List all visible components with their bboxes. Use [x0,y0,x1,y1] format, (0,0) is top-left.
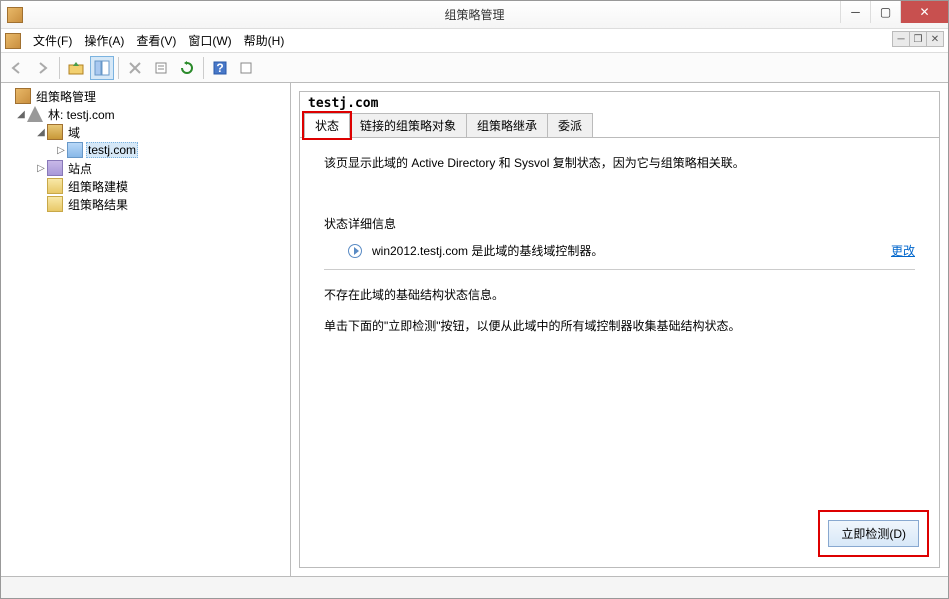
mdi-restore[interactable]: ❐ [909,31,927,47]
properties-icon [154,61,168,75]
menu-file[interactable]: 文件(F) [27,32,78,49]
delete-button[interactable] [123,56,147,80]
status-detail-label: 状态详细信息 [324,195,915,232]
toolbar-separator [203,57,204,79]
refresh-icon [180,61,194,75]
tab-strip: 状态 链接的组策略对象 组策略继承 委派 [300,111,939,138]
menu-help[interactable]: 帮助(H) [238,32,291,49]
tab-status[interactable]: 状态 [304,113,350,138]
refresh-button[interactable] [175,56,199,80]
properties-button[interactable] [149,56,173,80]
folder-icon [47,178,63,194]
baseline-text: win2012.testj.com 是此域的基线域控制器。 [372,242,603,259]
maximize-button[interactable]: ▢ [870,1,900,23]
menu-action[interactable]: 操作(A) [78,32,130,49]
title-bar: 组策略管理 ─ ▢ ✕ [1,1,948,29]
detect-now-button[interactable]: 立即检测(D) [828,520,919,547]
delete-icon [128,61,142,75]
menu-window[interactable]: 窗口(W) [182,32,237,49]
mdi-controls: ─ ❐ ✕ [893,31,944,47]
tab-content: 该页显示此域的 Active Directory 和 Sysvol 复制状态，因… [300,138,939,567]
mdi-close[interactable]: ✕ [926,31,944,47]
tree-root[interactable]: 组策略管理 [3,87,288,105]
menu-view[interactable]: 查看(V) [130,32,182,49]
expander-icon[interactable]: ◢ [15,109,27,120]
tree-forest[interactable]: ◢ 林: testj.com [3,105,288,123]
minimize-button[interactable]: ─ [840,1,870,23]
menu-bar: 文件(F) 操作(A) 查看(V) 窗口(W) 帮助(H) ─ ❐ ✕ [1,29,948,53]
up-folder-button[interactable] [64,56,88,80]
tree-domain-node[interactable]: ▷ testj.com [3,141,288,159]
detect-highlight: 立即检测(D) [820,512,927,555]
forward-button[interactable] [31,56,55,80]
arrow-left-icon [10,61,24,75]
domain-icon [67,142,83,158]
window-title: 组策略管理 [444,6,504,23]
play-icon[interactable] [348,244,362,258]
tree-gp-results[interactable]: 组策略结果 [3,195,288,213]
description-text: 该页显示此域的 Active Directory 和 Sysvol 复制状态，因… [324,154,915,171]
change-link[interactable]: 更改 [891,242,915,259]
baseline-dc-row: win2012.testj.com 是此域的基线域控制器。 更改 [324,238,915,270]
tree-sites[interactable]: ▷ 站点 [3,159,288,177]
mdi-minimize[interactable]: ─ [892,31,910,47]
sites-icon [47,160,63,176]
tree-view-icon [94,60,110,76]
folder-up-icon [68,60,84,76]
tab-delegation[interactable]: 委派 [547,113,593,137]
folder-icon [47,196,63,212]
tree-label: 站点 [66,160,94,177]
svg-text:?: ? [216,61,223,75]
arrow-right-icon [36,61,50,75]
instruction-text: 单击下面的"立即检测"按钮，以便从此域中的所有域控制器收集基础结构状态。 [324,317,915,334]
no-info-text: 不存在此域的基础结构状态信息。 [324,286,915,303]
app-menu-icon [5,33,21,49]
detail-title: testj.com [300,92,939,111]
gpm-icon [15,88,31,104]
toolbar-separator [59,57,60,79]
tree-label: 域 [66,124,82,141]
tree-label: testj.com [86,142,138,158]
tree-pane[interactable]: 组策略管理 ◢ 林: testj.com ◢ 域 ▷ testj.com ▷ 站… [1,83,291,576]
forest-icon [27,106,43,122]
main-area: 组策略管理 ◢ 林: testj.com ◢ 域 ▷ testj.com ▷ 站… [1,83,948,576]
close-button[interactable]: ✕ [900,1,948,23]
status-bar [1,576,948,598]
toolbar-separator [118,57,119,79]
tree-label: 组策略建模 [66,178,130,195]
detail-pane: testj.com 状态 链接的组策略对象 组策略继承 委派 该页显示此域的 A… [291,83,948,576]
toolbar: ? [1,53,948,83]
tree-label: 林: testj.com [46,106,117,123]
export-icon [239,61,253,75]
domains-icon [47,124,63,140]
help-button[interactable]: ? [208,56,232,80]
tab-linked-gpo[interactable]: 链接的组策略对象 [349,113,467,137]
tab-inheritance[interactable]: 组策略继承 [466,113,548,137]
show-tree-button[interactable] [90,56,114,80]
tree-domains[interactable]: ◢ 域 [3,123,288,141]
window-controls: ─ ▢ ✕ [840,1,948,23]
expander-icon[interactable]: ▷ [35,163,47,174]
back-button[interactable] [5,56,29,80]
tree-label: 组策略结果 [66,196,130,213]
tree-label: 组策略管理 [34,88,98,105]
expander-icon[interactable]: ▷ [55,145,67,156]
tree-gp-modeling[interactable]: 组策略建模 [3,177,288,195]
app-icon [7,7,23,23]
help-icon: ? [213,61,227,75]
export-button[interactable] [234,56,258,80]
expander-icon[interactable]: ◢ [35,127,47,138]
